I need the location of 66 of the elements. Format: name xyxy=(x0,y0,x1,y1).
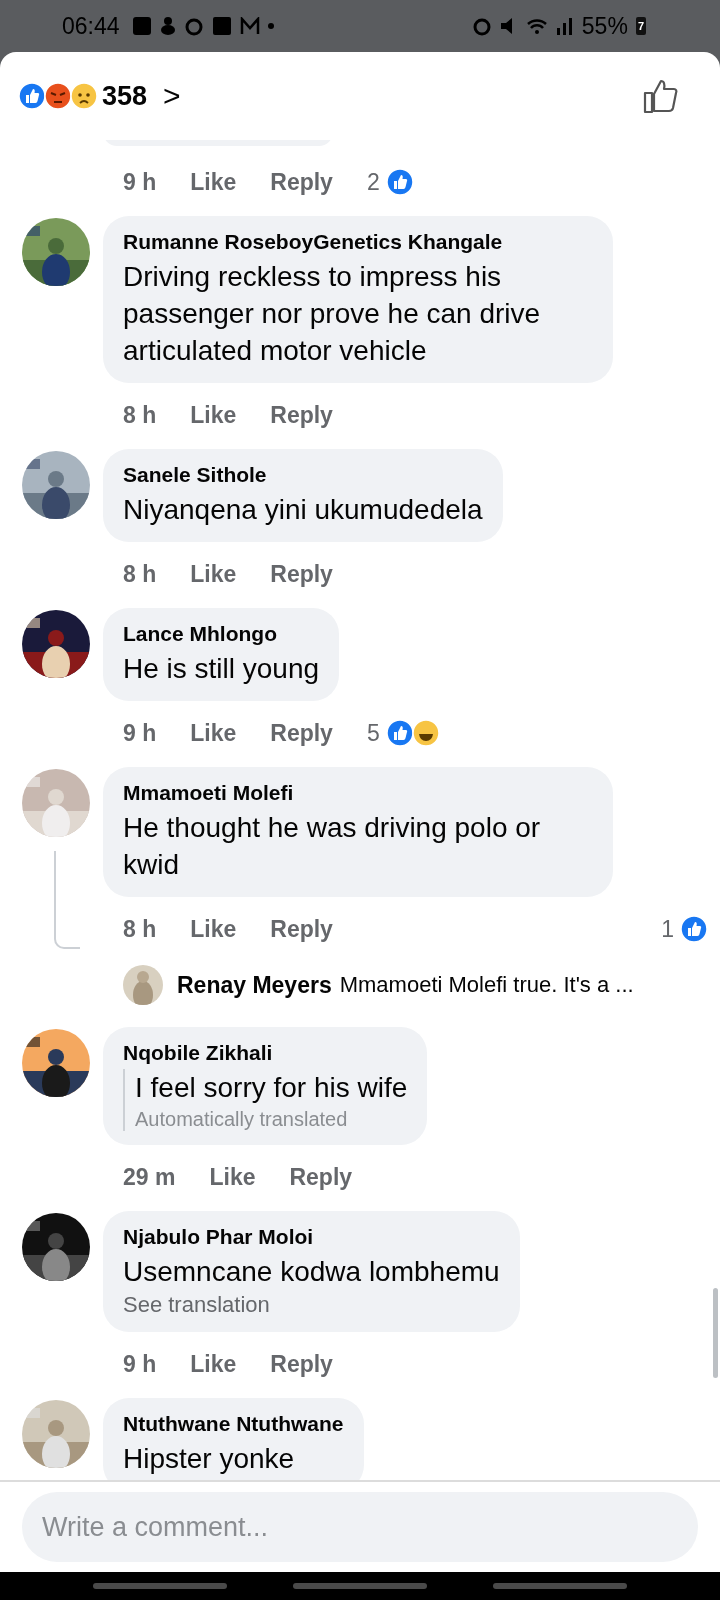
like-link[interactable]: Like xyxy=(190,401,237,429)
reply-link[interactable]: Reply xyxy=(270,401,333,429)
reply-author[interactable]: Renay Meyers xyxy=(177,971,332,999)
comment-time: 9 h xyxy=(123,168,157,196)
battery-badge: 7 xyxy=(635,17,646,35)
reply-link[interactable]: Reply xyxy=(270,915,333,943)
comment-text: Usemncane kodwa lombhemu xyxy=(123,1255,500,1289)
like-link[interactable]: Like xyxy=(190,1350,237,1378)
reply-link[interactable]: Reply xyxy=(270,719,333,747)
battery-level: 55% xyxy=(581,12,628,40)
reaction-count[interactable]: 5 xyxy=(366,719,380,747)
comment-time: 8 h xyxy=(123,915,157,943)
nav-handle[interactable] xyxy=(93,1583,227,1589)
clock: 06:44 xyxy=(62,12,120,40)
author-name[interactable]: Nqobile Zikhali xyxy=(123,1041,408,1065)
author-name[interactable]: Sanele Sithole xyxy=(123,463,483,487)
comment-text: Driving reckless to impress his passenger nor prove he can drive articulated motor vehicle xyxy=(123,260,542,368)
author-name[interactable]: Rumanne RoseboyGenetics Khangale xyxy=(123,230,593,254)
alarm-icon xyxy=(471,16,492,36)
emoji-reaction-icon xyxy=(411,719,440,747)
emoji-reaction-icon xyxy=(70,82,98,110)
reply-link[interactable]: Reply xyxy=(270,168,333,196)
like-link[interactable]: Like xyxy=(190,168,237,196)
emoji-reaction-icon xyxy=(44,82,72,110)
signal-icon xyxy=(555,17,574,35)
comment-text: He thought he was driving polo or kwid xyxy=(123,811,542,882)
like-link[interactable]: Like xyxy=(190,719,237,747)
figure-notification-icon xyxy=(159,16,176,36)
author-name[interactable]: Ntuthwane Ntuthwane xyxy=(123,1412,344,1436)
nav-handle[interactable] xyxy=(293,1583,427,1589)
comment-time: 9 h xyxy=(123,719,157,747)
comment-time: 9 h xyxy=(123,1350,157,1378)
wifi-icon xyxy=(525,17,548,35)
dot-icon xyxy=(267,23,274,29)
reaction-summary[interactable]: 358 > xyxy=(18,79,181,113)
reply-link[interactable]: Reply xyxy=(270,560,333,588)
comment-text: He is still young xyxy=(123,652,320,686)
nav-handle[interactable] xyxy=(493,1583,627,1589)
reply-preview[interactable]: Mmamoeti Molefi true. It's a ... xyxy=(339,972,634,998)
comment-text: Niyanqena yini ukumudedela xyxy=(123,493,483,527)
reaction-count[interactable]: 1 xyxy=(661,915,674,943)
see-translation-link[interactable]: See translation xyxy=(123,1292,500,1318)
thumbs-up-reaction-icon xyxy=(385,719,414,747)
comment-time: 8 h xyxy=(123,401,157,429)
like-link[interactable]: Like xyxy=(190,915,237,943)
reply-link[interactable]: Reply xyxy=(289,1163,353,1191)
like-link[interactable]: Like xyxy=(209,1163,256,1191)
like-link[interactable]: Like xyxy=(190,560,237,588)
author-name[interactable]: Lance Mhlongo xyxy=(123,622,320,646)
translation-note: Automatically translated xyxy=(135,1108,349,1131)
app-notification-icon xyxy=(131,16,152,36)
mail-icon xyxy=(239,17,260,35)
comment-time: 29 m xyxy=(123,1163,176,1191)
alarm-icon xyxy=(183,16,204,36)
comment-time: 8 h xyxy=(123,560,157,588)
comment-input[interactable]: Write a comment... xyxy=(22,1492,698,1562)
reply-link[interactable]: Reply xyxy=(270,1350,333,1378)
thumbs-up-reaction-icon xyxy=(385,168,414,196)
like-icon[interactable] xyxy=(642,77,680,115)
thumbs-up-reaction-icon xyxy=(680,915,708,943)
comment-text: I feel sorry for his wife xyxy=(135,1071,408,1105)
thumbs-up-reaction-icon xyxy=(18,82,46,110)
author-name[interactable]: Mmamoeti Molefi xyxy=(123,781,593,805)
author-name[interactable]: Njabulo Phar Moloi xyxy=(123,1225,500,1249)
reaction-count[interactable]: 2 xyxy=(366,168,380,196)
comment-text: Hipster yonke xyxy=(123,1442,296,1476)
